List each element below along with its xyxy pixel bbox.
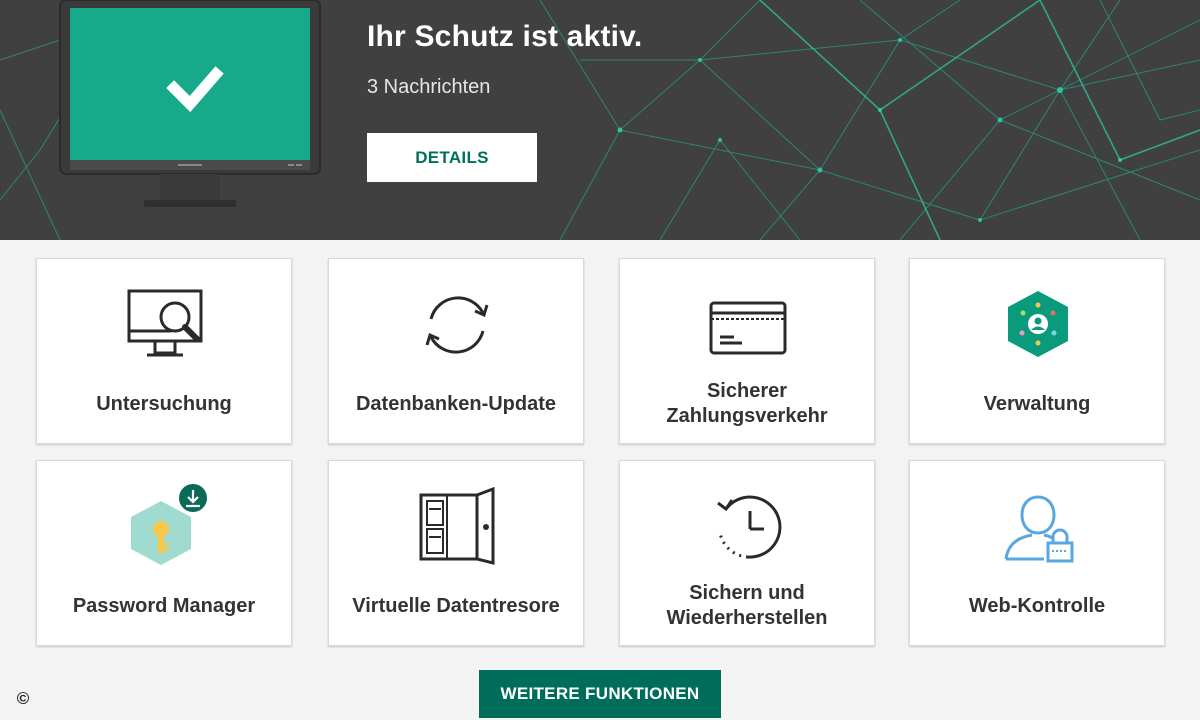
tile-label: Web-Kontrolle bbox=[968, 594, 1106, 617]
tile-label: Datenbanken-Update bbox=[355, 392, 557, 415]
credit-card-icon bbox=[709, 301, 787, 355]
safe-vault-icon bbox=[419, 487, 495, 565]
tile-virtuelle-datentresore[interactable]: Virtuelle Datentresore bbox=[328, 460, 584, 646]
copyright-symbol: © bbox=[16, 689, 30, 708]
tile-datenbanken-update[interactable]: Datenbanken-Update bbox=[328, 258, 584, 444]
tile-label: Sicherer Zahlungsverkehr bbox=[666, 380, 828, 427]
tile-sichern-und-wiederherstellen[interactable]: Sichern und Wiederherstellen bbox=[619, 460, 875, 646]
hexagon-key-download-icon bbox=[131, 482, 209, 565]
tile-sicherer-zahlungsverkehr[interactable]: Sicherer Zahlungsverkehr bbox=[619, 258, 875, 444]
more-features-button[interactable]: WEITERE FUNKTIONEN bbox=[479, 670, 721, 718]
tile-label: Verwaltung bbox=[983, 392, 1091, 415]
protected-monitor-icon bbox=[59, 0, 321, 207]
clock-restore-icon bbox=[717, 495, 782, 559]
tile-label: Sichern und Wiederherstellen bbox=[666, 582, 828, 629]
tile-web-kontrolle[interactable]: Web-Kontrolle bbox=[909, 460, 1165, 646]
tile-label: Untersuchung bbox=[96, 392, 232, 415]
tile-untersuchung[interactable]: Untersuchung bbox=[36, 258, 292, 444]
tile-label: Password Manager bbox=[72, 594, 256, 617]
details-button[interactable]: DETAILS bbox=[367, 133, 537, 182]
tile-password-manager[interactable]: Password Manager bbox=[36, 460, 292, 646]
hexagon-user-network-icon bbox=[1008, 291, 1068, 357]
user-lock-icon bbox=[1004, 495, 1074, 563]
tile-verwaltung[interactable]: Verwaltung bbox=[909, 258, 1165, 444]
protection-status-title: Ihr Schutz ist aktiv. bbox=[367, 20, 643, 53]
status-header: Ihr Schutz ist aktiv. 3 Nachrichten DETA… bbox=[0, 0, 1200, 240]
notifications-count[interactable]: 3 Nachrichten bbox=[367, 76, 490, 99]
tile-label: Virtuelle Datentresore bbox=[352, 594, 560, 617]
monitor-magnifier-icon bbox=[127, 289, 203, 357]
refresh-arrows-icon bbox=[425, 296, 489, 354]
